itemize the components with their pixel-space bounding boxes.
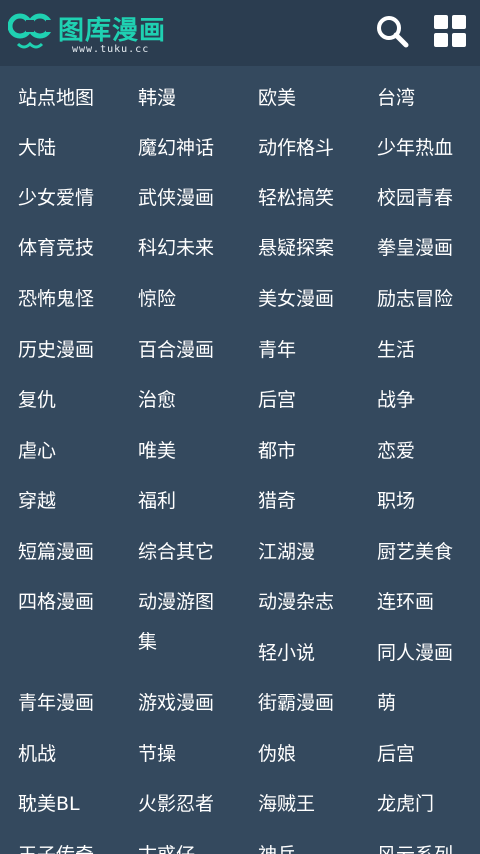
- category-link[interactable]: 耽美BL: [18, 792, 80, 816]
- category-link[interactable]: 王子传奇: [18, 843, 94, 854]
- site-logo[interactable]: 图库漫画 www.tuku.cc: [8, 10, 178, 58]
- category-link[interactable]: 海贼王: [258, 792, 315, 816]
- category-link[interactable]: 街霸漫画: [258, 691, 334, 715]
- category-link[interactable]: 后宫: [377, 742, 415, 766]
- category-link[interactable]: 节操: [138, 742, 176, 766]
- category-link[interactable]: 少女爱情: [18, 186, 94, 210]
- category-link[interactable]: 龙虎门: [377, 792, 434, 816]
- category-link[interactable]: 青年漫画: [18, 691, 94, 715]
- category-link[interactable]: 后宫: [258, 388, 296, 412]
- category-link[interactable]: 励志冒险: [377, 287, 453, 311]
- category-link[interactable]: 体育竞技: [18, 236, 94, 260]
- category-link[interactable]: 短篇漫画: [18, 540, 94, 564]
- category-link[interactable]: 机战: [18, 742, 56, 766]
- search-icon: [377, 16, 409, 48]
- category-link[interactable]: 虐心: [18, 439, 56, 463]
- logo-mark-icon: [8, 13, 54, 49]
- logo-title: 图库漫画: [58, 16, 167, 46]
- category-link[interactable]: 职场: [377, 489, 415, 513]
- category-link[interactable]: 历史漫画: [18, 338, 94, 362]
- category-link[interactable]: 战争: [377, 388, 415, 412]
- category-list: 站点地图 韩漫 欧美 台湾大陆 魔幻神话 动作格斗 少年热血少女爱情 武侠漫画 轻松搞笑 校园青春…: [0, 66, 480, 854]
- category-link[interactable]: 恐怖鬼怪: [18, 287, 94, 311]
- category-link[interactable]: 萌: [377, 691, 396, 715]
- category-link[interactable]: 魔幻神话: [138, 136, 214, 160]
- logo-subtitle: www.tuku.cc: [72, 44, 150, 55]
- category-link[interactable]: 厨艺美食: [377, 540, 453, 564]
- category-link[interactable]: 大陆: [18, 136, 56, 160]
- category-link[interactable]: 猎奇: [258, 489, 296, 513]
- category-link[interactable]: 游戏漫画: [138, 691, 214, 715]
- category-link[interactable]: 青年: [258, 338, 296, 362]
- category-link[interactable]: 复仇: [18, 388, 56, 412]
- category-link[interactable]: 江湖漫: [258, 540, 315, 564]
- category-link[interactable]: 动漫游图集: [138, 582, 228, 662]
- top-header: 图库漫画 www.tuku.cc: [0, 0, 480, 66]
- category-link[interactable]: 火影忍者: [138, 792, 214, 816]
- category-link[interactable]: 动作格斗: [258, 136, 334, 160]
- category-link[interactable]: 百合漫画: [138, 338, 214, 362]
- category-link[interactable]: 综合其它: [138, 540, 214, 564]
- category-link[interactable]: 福利: [138, 489, 176, 513]
- category-link[interactable]: 惊险: [138, 287, 176, 311]
- category-link[interactable]: 动漫杂志: [258, 590, 334, 614]
- category-link[interactable]: 科幻未来: [138, 236, 214, 260]
- category-link[interactable]: 轻小说: [258, 641, 315, 665]
- category-link[interactable]: 站点地图: [18, 86, 94, 110]
- category-link[interactable]: 拳皇漫画: [377, 236, 453, 260]
- category-link[interactable]: 古惑仔: [138, 843, 195, 854]
- category-link[interactable]: 唯美: [138, 439, 176, 463]
- category-link[interactable]: 台湾: [377, 86, 415, 110]
- category-link[interactable]: 风云系列: [377, 843, 453, 854]
- category-link[interactable]: 武侠漫画: [138, 186, 214, 210]
- category-link[interactable]: 连环画: [377, 590, 434, 614]
- category-link[interactable]: 神兵: [258, 843, 296, 854]
- category-link[interactable]: 伪娘: [258, 742, 296, 766]
- category-link[interactable]: 治愈: [138, 388, 176, 412]
- category-link[interactable]: 穿越: [18, 489, 56, 513]
- category-link[interactable]: 少年热血: [377, 136, 453, 160]
- menu-grid-button[interactable]: [432, 13, 468, 49]
- category-link[interactable]: 校园青春: [377, 186, 453, 210]
- grid-menu-icon: [434, 15, 466, 47]
- category-link[interactable]: 恋爱: [377, 439, 415, 463]
- category-link[interactable]: 欧美: [258, 86, 296, 110]
- category-link[interactable]: 生活: [377, 338, 415, 362]
- category-link[interactable]: 美女漫画: [258, 287, 334, 311]
- category-link[interactable]: 都市: [258, 439, 296, 463]
- category-link[interactable]: 韩漫: [138, 86, 176, 110]
- category-link[interactable]: 同人漫画: [377, 641, 453, 665]
- search-button[interactable]: [374, 13, 410, 49]
- category-link[interactable]: 悬疑探案: [258, 236, 334, 260]
- category-link[interactable]: 四格漫画: [18, 590, 94, 614]
- category-link[interactable]: 轻松搞笑: [258, 186, 334, 210]
